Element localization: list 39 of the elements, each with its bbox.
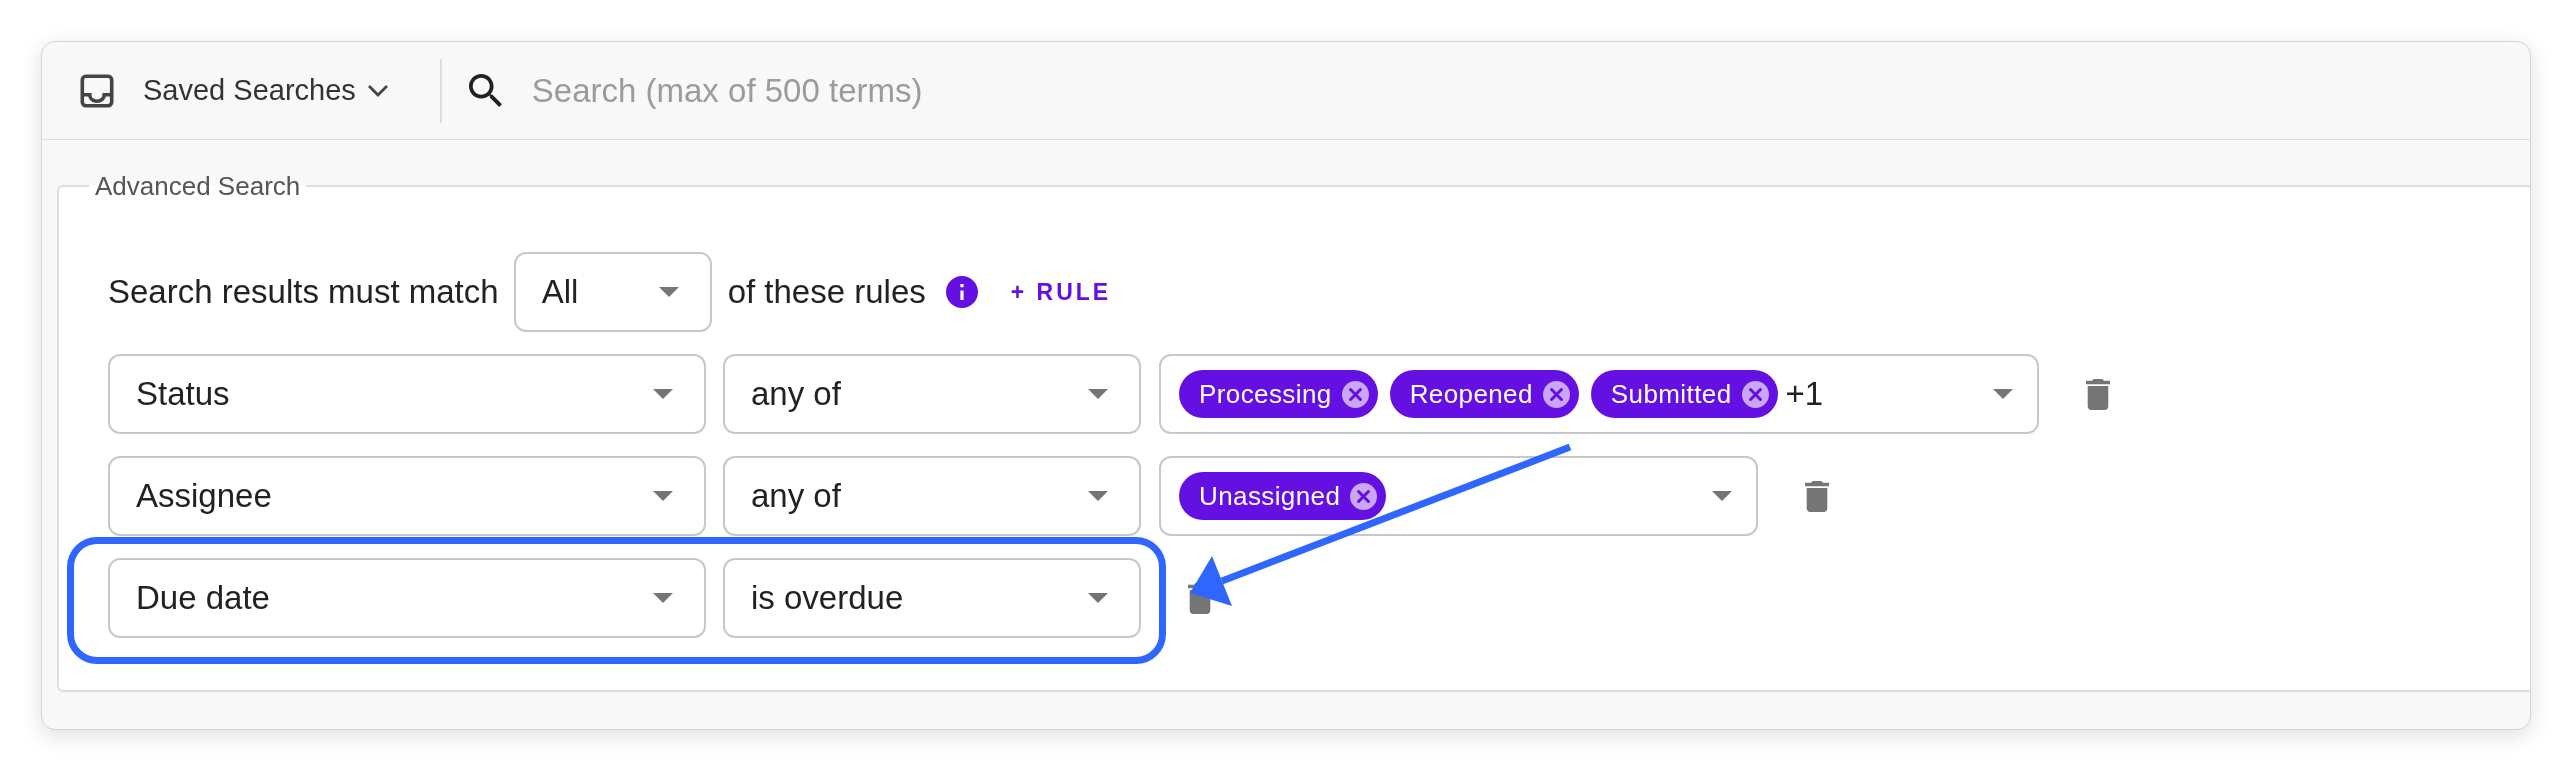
close-icon[interactable]	[1350, 482, 1378, 510]
inbox-icon	[79, 72, 115, 109]
operator-select[interactable]: is overdue	[723, 558, 1141, 638]
operator-select[interactable]: any of	[723, 354, 1141, 434]
caret-icon	[1712, 491, 1732, 501]
saved-searches-button[interactable]: Saved Searches	[79, 72, 389, 109]
section-legend: Advanced Search	[89, 171, 307, 201]
field-select[interactable]: Assignee	[108, 456, 706, 536]
close-icon[interactable]	[1741, 380, 1769, 408]
more-count: +1	[1785, 375, 1824, 413]
add-rule-button[interactable]: + RULE	[1010, 278, 1112, 306]
chip-label: Submitted	[1610, 378, 1732, 410]
search-field[interactable]: Search (max of 500 terms)	[531, 65, 2530, 116]
rules-label: of these rules	[727, 273, 926, 311]
caret-icon	[653, 389, 673, 399]
caret-icon	[1993, 389, 2014, 399]
caret-icon	[653, 593, 673, 603]
trash-icon[interactable]	[1805, 480, 1829, 512]
caret-icon	[1088, 593, 1108, 603]
value-select[interactable]: Unassigned	[1159, 456, 1758, 536]
match-select[interactable]: All	[513, 252, 712, 332]
caret-icon	[658, 287, 679, 297]
close-icon[interactable]	[1341, 380, 1369, 408]
chip-label: Unassigned	[1199, 480, 1341, 512]
close-icon[interactable]	[1542, 380, 1570, 408]
chevron-down-icon	[366, 84, 389, 97]
caret-icon	[1088, 389, 1108, 399]
operator-select[interactable]: any of	[723, 456, 1141, 536]
value-select[interactable]: Processing Reopened Submitted +1	[1159, 354, 2040, 434]
caret-icon	[1088, 491, 1108, 501]
chip-label: Processing	[1199, 378, 1332, 410]
trash-icon[interactable]	[2086, 378, 2111, 410]
field-select[interactable]: Due date	[108, 558, 706, 638]
caret-icon	[653, 491, 673, 501]
match-label: Search results must match	[108, 273, 499, 311]
search-icon	[468, 74, 502, 107]
field-select[interactable]: Status	[108, 354, 706, 434]
chip-label: Reopened	[1409, 378, 1533, 410]
info-icon	[945, 276, 978, 308]
